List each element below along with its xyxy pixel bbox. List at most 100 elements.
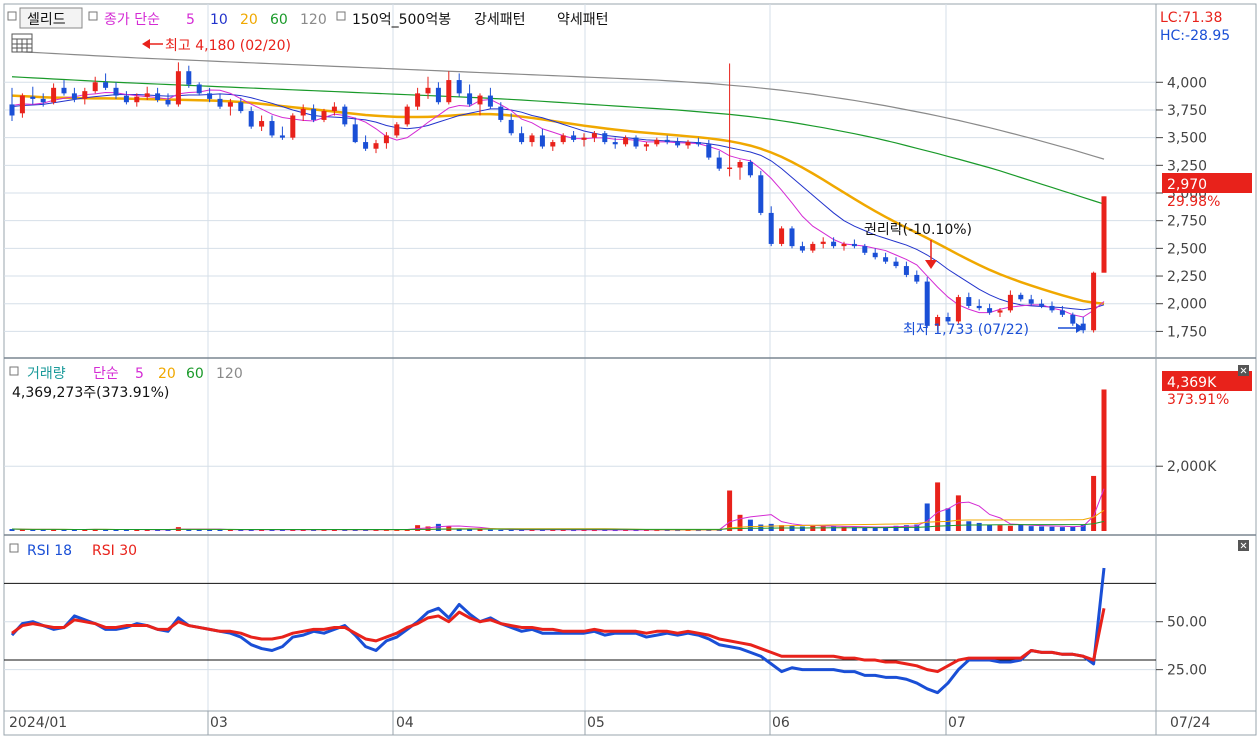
candle[interactable]: [165, 100, 171, 105]
candle[interactable]: [581, 137, 587, 140]
candle[interactable]: [966, 297, 972, 306]
candle[interactable]: [997, 310, 1003, 313]
candle[interactable]: [279, 135, 285, 138]
candle[interactable]: [227, 102, 233, 107]
candle[interactable]: [664, 139, 670, 143]
candle[interactable]: [269, 121, 275, 136]
candle[interactable]: [123, 95, 129, 103]
volume-bar[interactable]: [30, 529, 36, 531]
volume-toggle-icon[interactable]: [9, 366, 19, 376]
candle[interactable]: [841, 243, 847, 247]
candle[interactable]: [51, 87, 57, 103]
candle[interactable]: [425, 87, 431, 94]
candle[interactable]: [685, 142, 691, 146]
candle[interactable]: [92, 82, 98, 92]
candle[interactable]: [903, 266, 909, 275]
pattern-toggle-icon[interactable]: [336, 11, 346, 21]
candle[interactable]: [872, 252, 878, 258]
candle[interactable]: [155, 93, 161, 100]
candle[interactable]: [498, 106, 504, 120]
candle[interactable]: [415, 93, 421, 107]
volume-bar[interactable]: [1007, 525, 1013, 531]
candle[interactable]: [799, 246, 805, 251]
candle[interactable]: [758, 175, 764, 213]
volume-bar[interactable]: [727, 490, 733, 531]
candle[interactable]: [591, 133, 597, 138]
volume-bar[interactable]: [123, 529, 129, 531]
candle[interactable]: [508, 119, 514, 134]
volume-bar[interactable]: [207, 529, 213, 531]
candle[interactable]: [61, 87, 67, 94]
candle[interactable]: [352, 124, 358, 143]
candle[interactable]: [175, 71, 181, 105]
candle[interactable]: [207, 93, 213, 99]
candle[interactable]: [259, 121, 265, 127]
volume-bar[interactable]: [997, 525, 1003, 531]
candle[interactable]: [290, 115, 296, 138]
volume-bar[interactable]: [820, 526, 826, 531]
candle[interactable]: [467, 93, 473, 105]
candle[interactable]: [654, 139, 660, 145]
candle[interactable]: [404, 106, 410, 125]
volume-bar[interactable]: [1070, 526, 1076, 531]
legend-toggle-icon[interactable]: [88, 11, 98, 21]
volume-bar[interactable]: [987, 524, 993, 531]
candle[interactable]: [1039, 303, 1045, 306]
candle[interactable]: [976, 305, 982, 309]
rsi-toggle-icon[interactable]: [9, 543, 19, 553]
volume-bar[interactable]: [1049, 526, 1055, 531]
volume-bar[interactable]: [1091, 475, 1097, 531]
volume-bar[interactable]: [425, 526, 431, 531]
candle[interactable]: [311, 108, 317, 120]
candle[interactable]: [768, 212, 774, 244]
candle[interactable]: [1018, 294, 1024, 300]
candle[interactable]: [321, 111, 327, 120]
candle[interactable]: [1101, 196, 1107, 273]
candle[interactable]: [186, 71, 192, 85]
candle[interactable]: [487, 95, 493, 107]
candle[interactable]: [456, 80, 462, 94]
candle[interactable]: [820, 241, 826, 244]
volume-bar[interactable]: [1018, 524, 1024, 531]
candle[interactable]: [103, 82, 109, 88]
candle[interactable]: [602, 133, 608, 143]
candle[interactable]: [1049, 305, 1055, 311]
candle[interactable]: [716, 157, 722, 169]
candle[interactable]: [643, 144, 649, 147]
candle[interactable]: [446, 80, 452, 103]
candle[interactable]: [519, 133, 525, 143]
candle[interactable]: [737, 162, 743, 168]
candle[interactable]: [747, 162, 753, 176]
volume-bar[interactable]: [747, 519, 753, 531]
candle[interactable]: [571, 135, 577, 140]
candle[interactable]: [862, 246, 868, 253]
candle[interactable]: [1007, 294, 1013, 311]
panel-toggle-icon[interactable]: [7, 11, 17, 21]
candle[interactable]: [383, 135, 389, 144]
candle[interactable]: [1070, 314, 1076, 324]
candle[interactable]: [196, 84, 202, 94]
candle[interactable]: [633, 137, 639, 147]
volume-bar[interactable]: [1101, 389, 1107, 531]
grid-icon[interactable]: [11, 33, 33, 53]
candle[interactable]: [82, 91, 88, 99]
volume-bar[interactable]: [831, 526, 837, 531]
volume-bar[interactable]: [1028, 526, 1034, 531]
volume-bar[interactable]: [1039, 526, 1045, 531]
candle[interactable]: [1028, 299, 1034, 304]
candle[interactable]: [706, 144, 712, 158]
candle[interactable]: [675, 142, 681, 146]
volume-bar[interactable]: [196, 529, 202, 531]
candle[interactable]: [727, 167, 733, 170]
candle[interactable]: [945, 317, 951, 322]
candle[interactable]: [373, 143, 379, 149]
volume-bar[interactable]: [498, 529, 504, 531]
candle[interactable]: [9, 104, 15, 116]
volume-bar[interactable]: [487, 529, 493, 531]
volume-bar[interactable]: [966, 521, 972, 531]
close-icon[interactable]: [1238, 365, 1249, 376]
candle[interactable]: [955, 297, 961, 322]
candle[interactable]: [914, 274, 920, 282]
candle[interactable]: [924, 281, 930, 326]
candle[interactable]: [435, 87, 441, 103]
